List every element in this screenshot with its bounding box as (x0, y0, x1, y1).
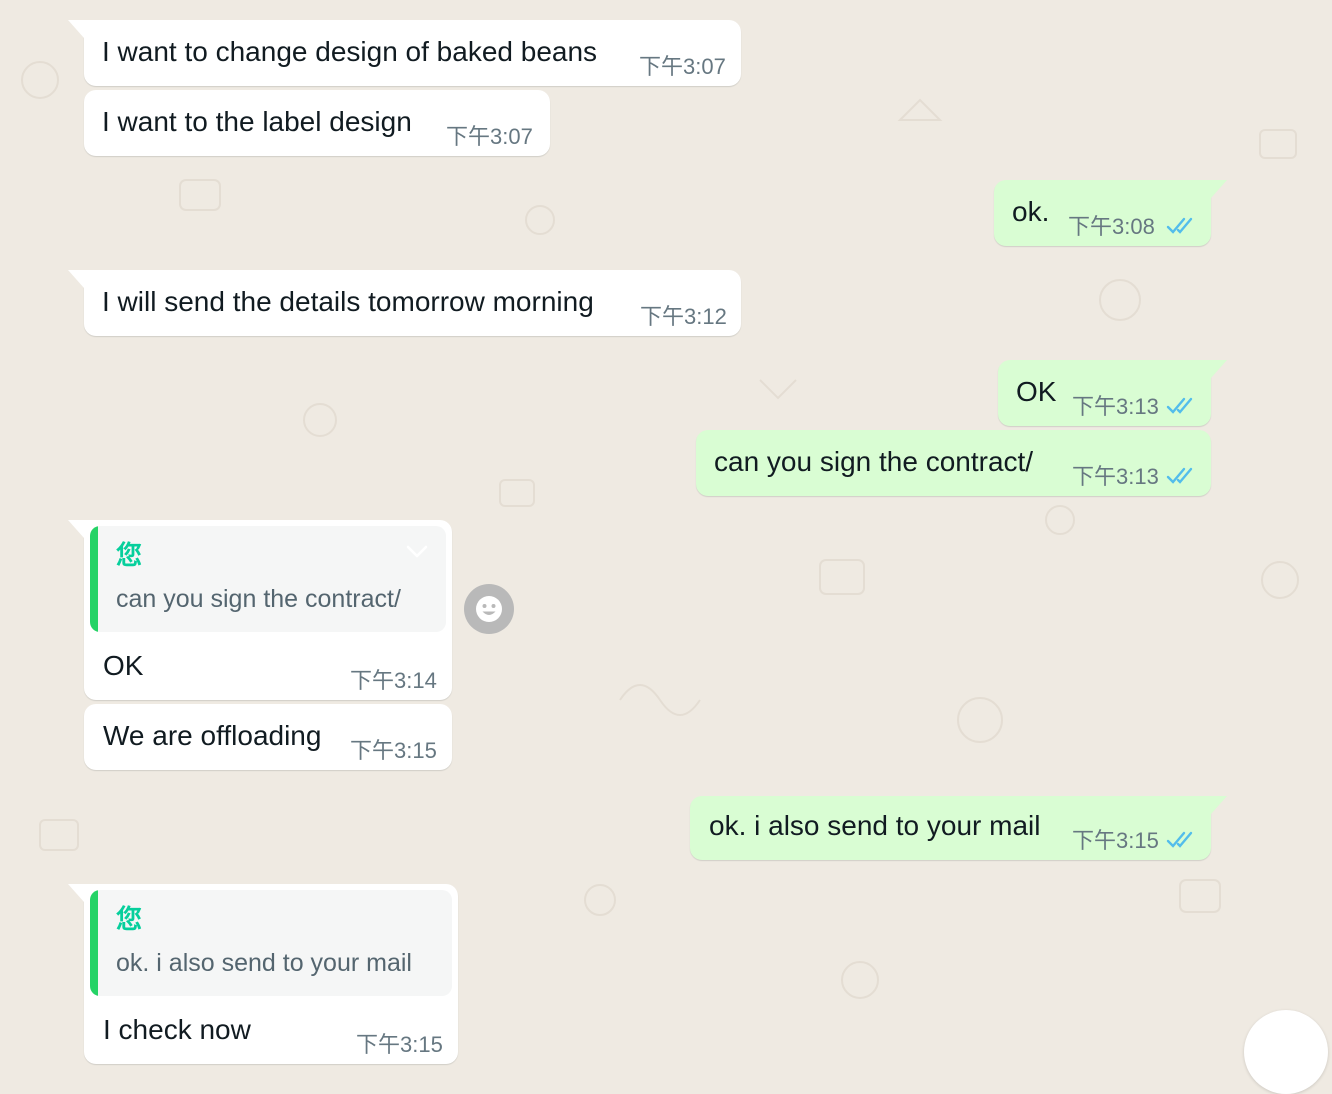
bubble-tail (68, 20, 84, 38)
message-text: I want to the label design (102, 106, 412, 137)
message-time: 下午3:15 (356, 1032, 443, 1057)
message-time: 下午3:15 (350, 738, 437, 763)
reaction-button[interactable] (464, 584, 514, 634)
double-check-icon (1166, 831, 1193, 848)
message-time: 下午3:13 (1072, 394, 1159, 419)
message-bubble-incoming[interactable]: I will send the details tomorrow morning… (68, 270, 741, 336)
double-check-icon (1166, 397, 1193, 414)
message-text: I check now (103, 1014, 251, 1045)
bubble-tail (1211, 360, 1227, 378)
scroll-down-button[interactable] (1244, 1010, 1328, 1094)
quote-accent-bar (90, 526, 98, 632)
message-bubble-incoming[interactable]: I want to change design of baked beans 下… (68, 20, 741, 86)
message-time: 下午3:08 (1068, 214, 1155, 239)
double-check-icon (1166, 467, 1193, 484)
quote-accent-bar (90, 890, 98, 996)
message-time: 下午3:12 (640, 304, 727, 329)
message-text: We are offloading (103, 720, 322, 751)
message-text: I will send the details tomorrow morning (102, 286, 594, 317)
message-text: can you sign the contract/ (714, 446, 1034, 477)
message-text: OK (103, 650, 144, 681)
message-bubble-outgoing[interactable]: OK 下午3:13 (998, 360, 1227, 426)
bubble-tail (68, 520, 84, 538)
chevron-down-icon[interactable] (404, 542, 430, 560)
quote-text: ok. i also send to your mail (116, 949, 412, 977)
message-text: ok. i also send to your mail (709, 810, 1041, 841)
quoted-message[interactable]: 您 ok. i also send to your mail (90, 890, 452, 996)
message-bubble-incoming[interactable]: I want to the label design 下午3:07 (84, 90, 550, 156)
message-time: 下午3:13 (1072, 464, 1159, 489)
quote-author: 您 (116, 904, 143, 934)
message-time: 下午3:14 (350, 668, 437, 693)
message-bubble-outgoing[interactable]: can you sign the contract/ 下午3:13 (696, 430, 1211, 496)
bubble-tail (68, 270, 84, 288)
bubble-tail (1211, 180, 1227, 198)
message-time: 下午3:07 (446, 124, 533, 149)
quote-author: 您 (116, 540, 143, 570)
message-bubble-incoming-reply[interactable]: 您 can you sign the contract/ OK 下午3:14 (68, 520, 452, 700)
message-text: ok. (1012, 196, 1050, 227)
bubble-tail (1211, 796, 1227, 814)
message-time: 下午3:07 (639, 54, 726, 79)
message-bubble-incoming-reply[interactable]: 您 ok. i also send to your mail I check n… (68, 884, 458, 1064)
double-check-icon (1166, 217, 1193, 234)
message-bubble-incoming[interactable]: We are offloading 下午3:15 (84, 704, 452, 770)
message-bubble-outgoing[interactable]: ok. 下午3:08 (994, 180, 1227, 246)
message-time: 下午3:15 (1072, 828, 1159, 853)
message-bubble-outgoing[interactable]: ok. i also send to your mail 下午3:15 (690, 796, 1227, 860)
message-text: OK (1016, 376, 1057, 407)
message-text: I want to change design of baked beans (102, 36, 598, 67)
bubble-tail (68, 884, 84, 902)
smiley-icon (476, 596, 502, 622)
quote-text: can you sign the contract/ (116, 585, 401, 613)
quoted-message[interactable]: 您 can you sign the contract/ (90, 526, 446, 632)
